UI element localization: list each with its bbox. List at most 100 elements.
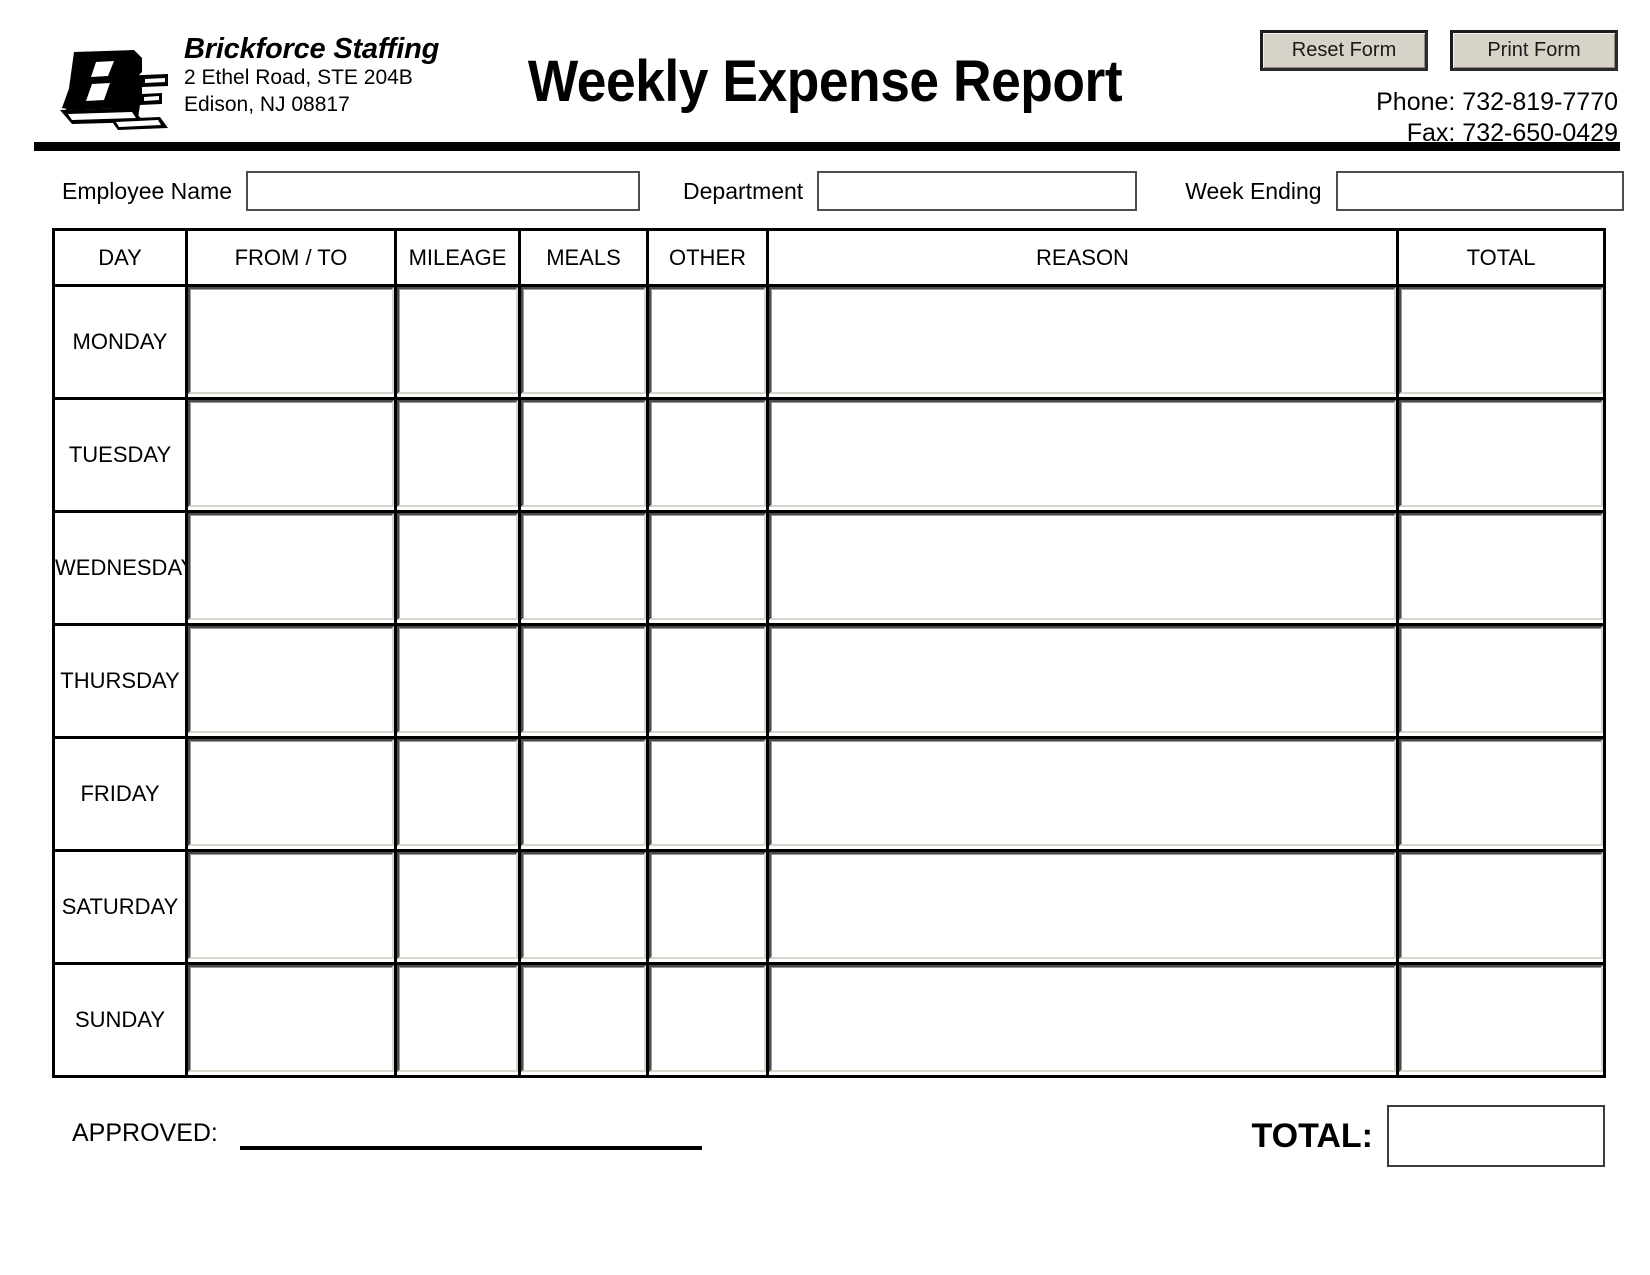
input-saturday-other[interactable] [649,852,766,959]
cell-wednesday-other [646,510,769,626]
input-wednesday-total[interactable] [1399,513,1603,620]
input-thursday-mileage[interactable] [397,626,518,733]
input-sunday-reason[interactable] [769,965,1396,1072]
cell-wednesday-meals [518,510,649,626]
table-body: MONDAY TUESDAY WEDNESDAY THURSDAY FRIDAY… [52,284,1606,1078]
input-saturday-from-to[interactable] [188,852,394,959]
print-form-button[interactable]: Print Form [1450,30,1618,71]
grand-total-input[interactable] [1387,1105,1605,1167]
input-monday-other[interactable] [649,287,766,394]
input-friday-reason[interactable] [769,739,1396,846]
input-wednesday-mileage[interactable] [397,513,518,620]
day-label-wednesday: WEDNESDAY [52,510,195,626]
input-saturday-mileage[interactable] [397,852,518,959]
cell-tuesday-reason [766,397,1399,513]
week-ending-label: Week Ending [1185,177,1322,204]
input-friday-other[interactable] [649,739,766,846]
input-sunday-mileage[interactable] [397,965,518,1072]
input-saturday-total[interactable] [1399,852,1603,959]
input-tuesday-total[interactable] [1399,400,1603,507]
input-wednesday-reason[interactable] [769,513,1396,620]
day-label-saturday: SATURDAY [52,849,188,965]
department-label: Department [683,177,804,204]
grand-total-block: TOTAL: [1252,1105,1605,1167]
day-label-tuesday: TUESDAY [52,397,188,513]
cell-saturday-reason [766,849,1399,965]
input-tuesday-from-to[interactable] [188,400,394,507]
column-header-total: TOTAL [1396,228,1606,287]
input-friday-from-to[interactable] [188,739,394,846]
employee-name-label: Employee Name [62,177,233,204]
cell-tuesday-other [646,397,769,513]
input-saturday-meals[interactable] [521,852,646,959]
column-header-meals: MEALS [518,228,649,287]
input-friday-meals[interactable] [521,739,646,846]
approved-signature-line[interactable] [239,1146,702,1150]
input-friday-mileage[interactable] [397,739,518,846]
input-monday-meals[interactable] [521,287,646,394]
cell-tuesday-mileage [394,397,521,513]
column-header-from-to: FROM / TO [185,228,397,287]
input-friday-total[interactable] [1399,739,1603,846]
day-label-friday: FRIDAY [52,736,188,852]
week-ending-input[interactable] [1335,171,1624,211]
approved-block: APPROVED: [72,1121,702,1150]
department-input[interactable] [817,171,1138,211]
cell-monday-other [646,284,769,400]
input-sunday-from-to[interactable] [188,965,394,1072]
cell-saturday-mileage [394,849,521,965]
cell-monday-reason [766,284,1399,400]
input-thursday-from-to[interactable] [188,626,394,733]
day-label-monday: MONDAY [52,284,188,400]
column-header-day: DAY [52,228,188,287]
cell-thursday-reason [766,623,1399,739]
cell-friday-from-to [185,736,397,852]
reset-form-button[interactable]: Reset Form [1260,30,1428,71]
cell-monday-meals [518,284,649,400]
table-row: FRIDAY [52,736,1606,852]
cell-thursday-total [1396,623,1606,739]
input-monday-mileage[interactable] [397,287,518,394]
input-wednesday-other[interactable] [649,513,766,620]
cell-thursday-from-to [185,623,397,739]
employee-name-input[interactable] [246,171,641,211]
approved-label: APPROVED: [72,1119,218,1147]
day-label-sunday: SUNDAY [52,962,188,1078]
day-label-thursday: THURSDAY [52,623,188,739]
cell-wednesday-total [1396,510,1606,626]
input-saturday-reason[interactable] [769,852,1396,959]
cell-friday-total [1396,736,1606,852]
input-tuesday-mileage[interactable] [397,400,518,507]
cell-sunday-from-to [185,962,397,1078]
cell-friday-mileage [394,736,521,852]
cell-tuesday-total [1396,397,1606,513]
input-thursday-total[interactable] [1399,626,1603,733]
expense-table-wrapper: DAY FROM / TO MILEAGE MEALS OTHER REASON… [52,228,1606,1078]
column-header-other: OTHER [646,228,769,287]
cell-friday-meals [518,736,649,852]
input-thursday-meals[interactable] [521,626,646,733]
table-row: WEDNESDAY [52,510,1606,626]
input-monday-total[interactable] [1399,287,1603,394]
header-right-block: Reset Form Print Form Phone: 732-819-777… [1260,30,1618,148]
input-thursday-other[interactable] [649,626,766,733]
input-monday-from-to[interactable] [188,287,394,394]
input-wednesday-meals[interactable] [521,513,646,620]
input-sunday-other[interactable] [649,965,766,1072]
contact-phone: Phone: 732-819-7770 [1376,88,1618,116]
input-monday-reason[interactable] [769,287,1396,394]
cell-tuesday-from-to [185,397,397,513]
input-tuesday-other[interactable] [649,400,766,507]
input-thursday-reason[interactable] [769,626,1396,733]
input-sunday-meals[interactable] [521,965,646,1072]
input-sunday-total[interactable] [1399,965,1603,1072]
cell-sunday-reason [766,962,1399,1078]
input-tuesday-reason[interactable] [769,400,1396,507]
input-tuesday-meals[interactable] [521,400,646,507]
form-meta-row: Employee Name Department Week Ending [0,163,1650,219]
form-action-buttons: Reset Form Print Form [1260,30,1618,71]
table-header-row: DAY FROM / TO MILEAGE MEALS OTHER REASON… [52,228,1606,287]
table-row: SATURDAY [52,849,1606,965]
column-header-mileage: MILEAGE [394,228,521,287]
input-wednesday-from-to[interactable] [188,513,394,620]
